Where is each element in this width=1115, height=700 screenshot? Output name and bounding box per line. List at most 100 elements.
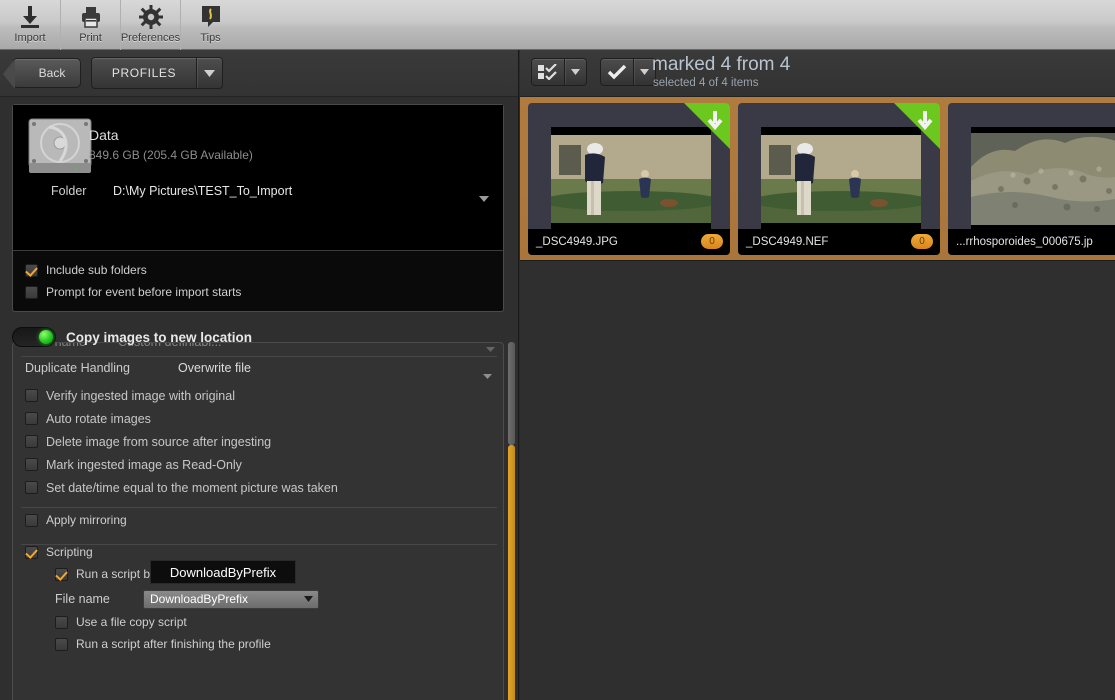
toolbar-button-print[interactable]: Print <box>60 0 120 50</box>
toolbar-button-import[interactable]: Import <box>0 0 60 50</box>
checkbox-icon[interactable] <box>25 412 38 425</box>
thumbnail-caption: _DSC4949.NEF 0 <box>738 228 940 255</box>
checkbox-run-script-after[interactable]: Run a script after finishing the profile <box>55 634 503 654</box>
profiles-button-label: PROFILES <box>111 66 177 80</box>
selected-count-subtitle: selected 4 of 4 items <box>653 77 759 89</box>
thumbnail-item[interactable]: ...rrhosporoides_000675.jp <box>948 102 1115 255</box>
check-all-button[interactable] <box>600 58 656 86</box>
toolbar-label-import: Import <box>14 32 46 44</box>
divider <box>21 507 497 508</box>
thumbnail-badge[interactable]: 0 <box>701 233 723 249</box>
checkbox-label: Scripting <box>46 545 93 559</box>
chevron-down-icon[interactable] <box>196 58 222 88</box>
profiles-dropdown-button[interactable]: PROFILES <box>91 57 223 89</box>
import-flag-icon <box>894 102 940 149</box>
application-window: Import Print Preferences Tips Back PROFI… <box>0 0 1115 700</box>
checkbox-label: Mark ingested image as Read-Only <box>46 457 242 472</box>
checkbox-use-file-copy-script[interactable]: Use a file copy script <box>55 612 503 632</box>
settings-list: Duplicate Handling Overwrite file Verify… <box>13 357 503 656</box>
checkbox-apply-mirroring[interactable]: Apply mirroring <box>25 510 503 530</box>
checkbox-verify-ingested[interactable]: Verify ingested image with original <box>25 385 503 406</box>
thumbnail-badge[interactable]: 0 <box>911 233 933 249</box>
combobox-value: DownloadByPrefix <box>150 592 249 606</box>
drive-header: Data 849.6 GB (205.4 GB Available) Folde… <box>13 105 503 251</box>
marked-count-title: marked 4 from 4 <box>652 54 791 75</box>
toolbar-label-tips: Tips <box>200 32 221 44</box>
toolbar-button-preferences[interactable]: Preferences <box>120 0 180 50</box>
duplicate-handling-label: Duplicate Handling <box>25 361 130 375</box>
checkbox-label: Run a script after finishing the profile <box>76 637 271 651</box>
checkbox-prompt-for-event[interactable]: Prompt for event before import starts <box>25 282 503 302</box>
toolbar-button-tips[interactable]: Tips <box>180 0 240 50</box>
copy-images-toggle-row[interactable]: Copy images to new location <box>12 324 502 350</box>
mirroring-section: Apply mirroring <box>25 510 503 530</box>
toolbar-label-preferences: Preferences <box>120 32 181 44</box>
checkbox-label: Include sub folders <box>46 263 147 277</box>
thumbnail-item[interactable]: _DSC4949.NEF 0 <box>738 102 940 255</box>
checkbox-icon[interactable] <box>55 615 68 629</box>
checkbox-label: Use a file copy script <box>76 615 187 629</box>
scrollbar-thumb[interactable] <box>508 445 515 700</box>
content-empty-area <box>520 261 1115 700</box>
duplicate-handling-value: Overwrite file <box>178 361 251 375</box>
chevron-down-icon[interactable] <box>299 591 318 608</box>
checkbox-icon[interactable] <box>25 481 38 494</box>
script-file-name-combobox[interactable]: DownloadByPrefix <box>143 589 319 609</box>
script-file-name-dropdown-popup[interactable]: DownloadByPrefix <box>150 560 296 584</box>
checkbox-scripting[interactable]: Scripting <box>25 542 503 562</box>
import-arrow-icon <box>17 3 43 31</box>
dropdown-option[interactable]: DownloadByPrefix <box>170 565 276 580</box>
thumbnail-caption: _DSC4949.JPG 0 <box>528 228 730 255</box>
thumbnail-strip: _DSC4949.JPG 0 _DSC4949.NEF 0 ...rrhospo… <box>520 97 1115 261</box>
checkbox-icon[interactable] <box>55 637 68 651</box>
copy-images-label: Copy images to new location <box>66 329 253 345</box>
checkbox-set-datetime[interactable]: Set date/time equal to the moment pictur… <box>25 477 503 498</box>
chevron-down-icon[interactable] <box>564 59 586 85</box>
checkbox-icon[interactable] <box>55 567 68 581</box>
scripting-section: Scripting Run a script before starting t… <box>25 542 503 654</box>
back-button[interactable]: Back <box>3 58 81 89</box>
hard-drive-icon <box>27 117 93 177</box>
scrollbar-upper[interactable] <box>508 342 515 445</box>
mark-selection-button[interactable] <box>531 58 587 86</box>
list-check-icon[interactable] <box>532 59 564 85</box>
checkbox-label: Delete image from source after ingesting <box>46 434 272 449</box>
chevron-down-icon[interactable] <box>479 189 489 207</box>
checkbox-icon[interactable] <box>25 263 38 277</box>
drive-capacity: 849.6 GB (205.4 GB Available) <box>89 148 253 162</box>
copy-settings-panel: File name Custom definiabl... Duplicate … <box>12 342 504 700</box>
chevron-down-icon[interactable] <box>483 366 492 384</box>
thumbnail-image <box>971 126 1115 231</box>
folder-selector[interactable]: Folder D:\My Pictures\TEST_To_Import <box>27 181 493 205</box>
checkbox-label: Verify ingested image with original <box>46 388 235 403</box>
checkbox-label: Apply mirroring <box>46 513 127 527</box>
checkbox-mark-read-only[interactable]: Mark ingested image as Read-Only <box>25 454 503 475</box>
copy-images-toggle[interactable] <box>12 327 56 347</box>
profiles-toolbar: Back PROFILES <box>0 50 518 97</box>
checkbox-auto-rotate[interactable]: Auto rotate images <box>25 408 503 429</box>
check-icon[interactable] <box>601 59 633 85</box>
back-button-label: Back <box>38 66 66 80</box>
checkbox-icon[interactable] <box>25 285 38 299</box>
checkbox-label: Auto rotate images <box>46 411 151 426</box>
checkbox-include-sub-folders[interactable]: Include sub folders <box>25 260 503 280</box>
settings-scrollbar[interactable] <box>508 342 515 700</box>
checkbox-icon[interactable] <box>25 513 38 527</box>
tips-bulb-icon <box>200 3 222 31</box>
left-panel: Back PROFILES Data 849.6 GB (205.4 GB Av… <box>0 50 519 700</box>
toolbar-label-print: Print <box>79 32 102 44</box>
thumbnail-item[interactable]: _DSC4949.JPG 0 <box>528 102 730 255</box>
toggle-knob <box>39 330 53 344</box>
thumbnail-caption: ...rrhosporoides_000675.jp <box>948 228 1115 255</box>
checkbox-delete-from-source[interactable]: Delete image from source after ingesting <box>25 431 503 452</box>
checkbox-icon[interactable] <box>25 389 38 402</box>
checkbox-icon[interactable] <box>25 435 38 448</box>
checkbox-label: Set date/time equal to the moment pictur… <box>46 480 338 495</box>
filmstrip-panel: marked 4 from 4 selected 4 of 4 items _D… <box>520 50 1115 700</box>
thumbnail-filename: ...rrhosporoides_000675.jp <box>956 235 1093 248</box>
filmstrip-header: marked 4 from 4 selected 4 of 4 items <box>520 50 1115 97</box>
drive-options-list: Include sub folders Prompt for event bef… <box>13 251 503 304</box>
checkbox-icon[interactable] <box>25 458 38 471</box>
checkbox-icon[interactable] <box>25 545 38 559</box>
duplicate-handling-row[interactable]: Duplicate Handling Overwrite file <box>25 357 503 384</box>
